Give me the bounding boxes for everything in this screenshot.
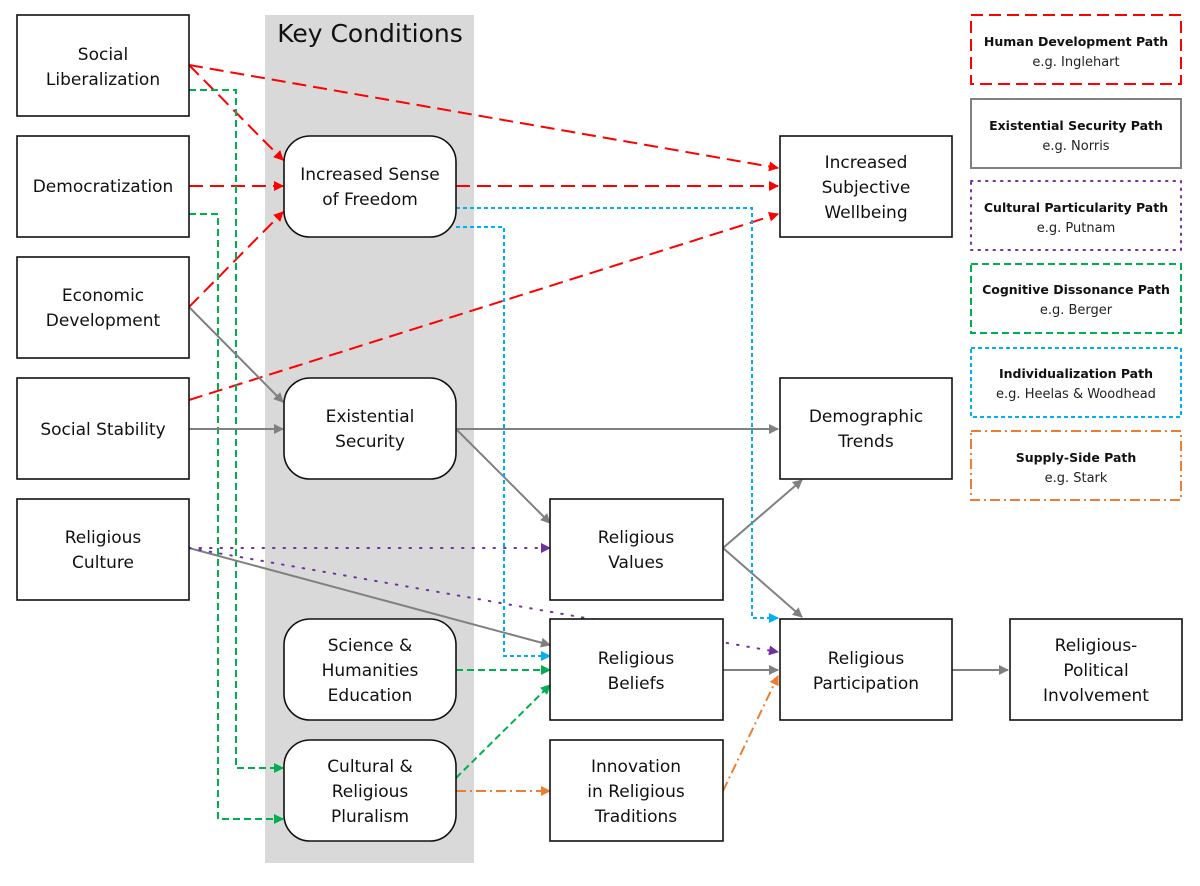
- key-conditions-title: Key Conditions: [277, 19, 463, 48]
- svg-text:Cultural &ReligiousPluralism: Cultural & Religious Pluralism: [327, 757, 413, 827]
- node-democratization: Democratization: [16, 135, 190, 238]
- node-cultural-religious-pluralism: Cultural & Religious Pluralism: [283, 739, 457, 842]
- node-religious-participation: Religious Participation: [779, 618, 953, 721]
- causal-path-diagram: Key Conditions Social Liberalization Dem…: [16, 14, 1183, 863]
- node-economic-development: Economic Development: [16, 256, 190, 359]
- svg-text:e.g. Inglehart: e.g. Inglehart: [1032, 55, 1119, 70]
- node-social-stability: Social Stability: [16, 377, 190, 480]
- legend: Human Development Path e.g. Inglehart Ex…: [970, 14, 1182, 501]
- legend-human-development-path: Human Development Path e.g. Inglehart: [970, 14, 1182, 85]
- svg-text:Social Stability: Social Stability: [40, 420, 165, 440]
- node-increased-subjective-wellbeing: Increased Subjective Wellbeing: [779, 135, 953, 238]
- svg-text:e.g. Heelas & Woodhead: e.g. Heelas & Woodhead: [996, 387, 1156, 402]
- node-demographic-trends: Demographic Trends: [779, 377, 953, 480]
- node-existential-security: Existential Security: [283, 377, 457, 480]
- svg-text:IncreasedSubjectiveWellbeing: Increased Subjective Wellbeing: [822, 153, 911, 223]
- svg-text:Supply-Side Path: Supply-Side Path: [1016, 450, 1137, 465]
- svg-text:Democratization: Democratization: [33, 177, 174, 197]
- svg-text:Cultural Particularity Path: Cultural Particularity Path: [984, 200, 1168, 215]
- svg-text:e.g. Berger: e.g. Berger: [1040, 303, 1113, 318]
- node-science-humanities-education: Science & Humanities Education: [283, 618, 457, 721]
- node-increased-sense-of-freedom: Increased Sense of Freedom: [283, 135, 457, 238]
- node-innovation-religious-traditions: Innovation in Religious Traditions: [549, 739, 724, 842]
- node-religious-beliefs: Religious Beliefs: [549, 618, 724, 721]
- node-religious-values: Religious Values: [549, 498, 724, 601]
- svg-text:Innovationin ReligiousTraditio: Innovation in Religious Traditions: [587, 757, 685, 827]
- node-religious-culture: Religious Culture: [16, 498, 190, 601]
- svg-text:Existential Security Path: Existential Security Path: [989, 118, 1163, 133]
- svg-text:e.g. Stark: e.g. Stark: [1045, 471, 1108, 486]
- svg-text:Cognitive Dissonance Path: Cognitive Dissonance Path: [982, 282, 1170, 297]
- legend-cognitive-dissonance-path: Cognitive Dissonance Path e.g. Berger: [970, 263, 1182, 334]
- legend-cultural-particularity-path: Cultural Particularity Path e.g. Putnam: [970, 180, 1182, 251]
- legend-supply-side-path: Supply-Side Path e.g. Stark: [970, 430, 1182, 501]
- svg-text:Science &HumanitiesEducation: Science & Humanities Education: [322, 636, 419, 706]
- svg-text:Human Development Path: Human Development Path: [984, 34, 1168, 49]
- legend-individualization-path: Individualization Path e.g. Heelas & Woo…: [970, 347, 1182, 418]
- svg-text:e.g. Norris: e.g. Norris: [1042, 139, 1109, 154]
- edge-values-to-participation: [722, 547, 803, 618]
- svg-text:e.g. Putnam: e.g. Putnam: [1037, 221, 1115, 236]
- edge-values-to-demographic: [722, 479, 803, 549]
- node-religious-political-involvement: Religious-Political Involvement: [1009, 618, 1183, 721]
- edge-innovation-to-participation: [722, 675, 779, 792]
- legend-existential-security-path: Existential Security Path e.g. Norris: [970, 98, 1182, 169]
- node-social-liberalization: Social Liberalization: [16, 14, 190, 117]
- svg-text:Individualization Path: Individualization Path: [999, 366, 1153, 381]
